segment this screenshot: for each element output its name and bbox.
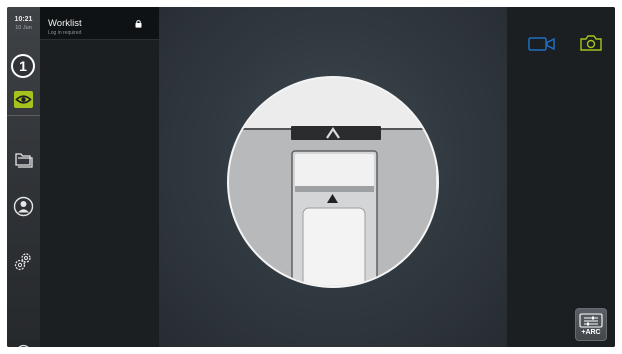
capture-panel: +ARC [507,7,615,347]
connector-illustration [227,76,439,288]
sidebar: 10:21 10 Jun 1 [7,7,40,347]
worklist-subtitle: Log in required [48,30,82,36]
live-view-button[interactable] [13,90,34,109]
arc-settings-button[interactable]: +ARC [575,308,607,341]
lock-icon [135,19,142,28]
sliders-icon [579,313,603,328]
step-number-badge: 1 [9,52,37,80]
folder-icon [15,153,33,168]
live-view-area [159,7,507,347]
step-number: 1 [19,58,27,74]
wifi-icon [18,344,29,347]
folder-button[interactable] [13,149,34,170]
snapshot-button[interactable] [579,33,603,53]
settings-icon [14,253,31,271]
user-icon [13,196,34,217]
eye-icon [14,91,33,108]
arc-label: +ARC [581,329,601,336]
worklist-panel: Worklist Log in required [40,7,159,347]
worklist-title: Worklist [48,18,82,29]
video-camera-icon [528,37,555,51]
status-time: 10:21 [14,16,33,23]
device-screen: 10:21 10 Jun 1 Worklist Log in required … [7,7,615,347]
settings-button[interactable] [13,251,34,272]
sidebar-divider [7,115,40,116]
user-button[interactable] [13,196,34,217]
worklist-header[interactable]: Worklist Log in required [40,7,159,40]
wifi-status [13,340,34,347]
camera-icon [580,35,602,51]
video-record-button[interactable] [527,35,557,53]
status-date: 10 Jun [15,25,32,31]
